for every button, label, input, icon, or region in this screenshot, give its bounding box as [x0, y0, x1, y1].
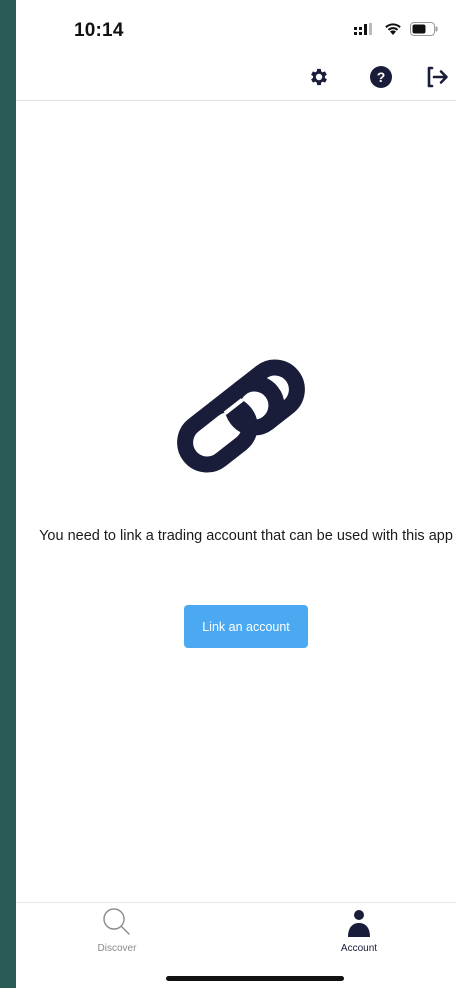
home-indicator: [166, 976, 344, 981]
status-time: 10:14: [74, 20, 124, 41]
help-icon[interactable]: ?: [368, 64, 394, 90]
gear-icon[interactable]: [306, 64, 332, 90]
link-account-button[interactable]: Link an account: [184, 605, 308, 648]
tab-account-label: Account: [340, 943, 378, 954]
status-bar: 10:14: [16, 0, 456, 54]
wifi-icon: [384, 22, 402, 41]
svg-text:?: ?: [377, 69, 386, 85]
tab-discover[interactable]: Discover: [52, 903, 182, 963]
chain-link-icon: [160, 356, 322, 476]
tab-account[interactable]: Account: [294, 903, 424, 963]
status-icons: [354, 22, 438, 41]
signal-icon: [354, 22, 376, 41]
logout-icon[interactable]: [424, 64, 450, 90]
person-icon: [344, 907, 374, 942]
search-icon: [102, 907, 132, 942]
phone-screen: 10:14 ? You need to link a trading accou…: [16, 0, 456, 988]
link-account-message: You need to link a trading account that …: [39, 528, 453, 544]
battery-icon: [410, 22, 438, 41]
top-header: ?: [16, 54, 456, 101]
tab-discover-label: Discover: [97, 943, 137, 954]
